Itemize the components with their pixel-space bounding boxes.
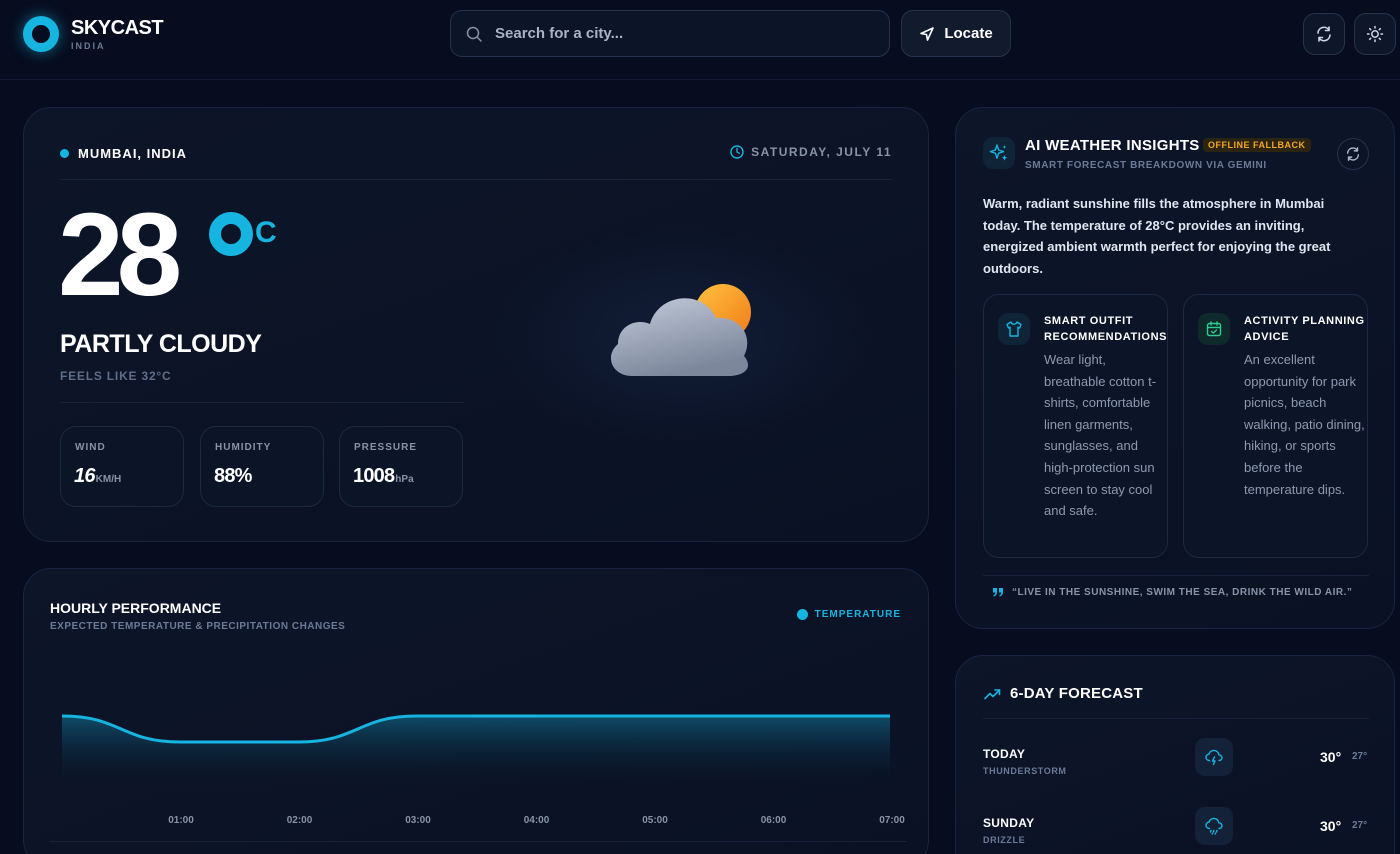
forecast-row[interactable]: SUNDAY DRIZZLE 30° 27° [956,807,1396,854]
search-input[interactable] [495,11,875,56]
ai-subtitle: SMART FORECAST BREAKDOWN VIA GEMINI [1025,160,1267,171]
outfit-title: SMART OUTFIT RECOMMENDATIONS [1044,315,1168,343]
refresh-icon [1317,26,1331,42]
feels-like-text: FEELS LIKE 32°C [60,369,172,383]
refresh-icon [1346,147,1360,161]
brand-region: INDIA [71,41,106,51]
location-name: MUMBAI, INDIA [78,146,188,161]
divider [50,841,906,842]
stat-label: HUMIDITY [215,442,272,453]
search-icon [466,26,482,42]
forecast-condition: THUNDERSTORM [983,766,1067,776]
x-tick-label: 02:00 [287,815,313,826]
x-tick-label: 07:00 [879,815,905,826]
top-bar: SKYCAST INDIA Locate [0,0,1400,80]
thunderstorm-icon [1195,738,1233,776]
drizzle-icon [1195,807,1233,845]
stat-value: 1008hPa [353,465,414,487]
temperature-area [62,716,890,789]
outfit-body: Wear light, breathable cotton t-shirts, … [1044,352,1157,519]
ai-title: AI WEATHER INSIGHTS [1025,137,1200,154]
forecast-row[interactable]: TODAY THUNDERSTORM 30° 27° [956,738,1396,797]
forecast-low: 27° [1352,751,1368,762]
calendar-icon [1198,313,1230,345]
search-box[interactable] [450,10,890,57]
logo[interactable] [23,16,59,52]
partly-cloudy-icon [610,284,751,376]
wind-stat: WIND 16KM/H [60,426,184,507]
x-tick-label: 05:00 [642,815,668,826]
temperature-area-chart: 01:00 02:00 03:00 04:00 05:00 06:00 07:00 [61,714,905,826]
theme-toggle-button[interactable] [1354,13,1396,55]
degree-symbol-icon [209,212,253,256]
trending-up-icon [984,688,1001,699]
activity-body: An excellent opportunity for park picnic… [1244,352,1365,497]
divider [983,718,1369,719]
ai-refresh-button[interactable] [1337,138,1369,170]
temperature-value: 28 [58,189,182,321]
legend-label: TEMPERATURE [814,609,901,620]
logo-ring-icon [23,16,59,52]
current-weather-card: MUMBAI, INDIA SATURDAY, JULY 11 28 C PAR… [23,107,929,542]
stat-label: PRESSURE [354,442,418,453]
clock-icon [730,145,744,159]
hourly-subtitle: EXPECTED TEMPERATURE & PRECIPITATION CHA… [50,621,346,632]
forecast-low: 27° [1352,820,1368,831]
divider [60,402,464,403]
locate-label: Locate [944,25,993,42]
hourly-title: HOURLY PERFORMANCE [50,600,222,616]
forecast-title: 6-DAY FORECAST [1010,685,1143,702]
hourly-performance-card: HOURLY PERFORMANCE EXPECTED TEMPERATURE … [23,568,929,854]
stat-label: WIND [75,442,106,453]
activity-title: ACTIVITY PLANNING ADVICE [1244,315,1365,343]
x-tick-label: 03:00 [405,815,431,826]
brand-name: SKYCAST [71,17,164,39]
x-tick-label: 01:00 [168,815,194,826]
quote-icon [993,588,1003,597]
sparkles-icon [983,137,1015,169]
sun-icon [1366,25,1384,43]
ai-insights-card: AI WEATHER INSIGHTS OFFLINE FALLBACK SMA… [955,107,1395,629]
activity-advice-card: ACTIVITY PLANNING ADVICE An excellent op… [1183,294,1368,558]
quote-text: “LIVE IN THE SUNSHINE, SWIM THE SEA, DRI… [1012,586,1353,598]
pressure-stat: PRESSURE 1008hPa [339,426,463,507]
forecast-condition: DRIZZLE [983,835,1026,845]
quote-row: “LIVE IN THE SUNSHINE, SWIM THE SEA, DRI… [992,586,1352,598]
navigation-arrow-icon [920,26,935,41]
current-date: SATURDAY, JULY 11 [751,145,892,159]
condition-text: PARTLY CLOUDY [60,330,262,358]
x-tick-label: 04:00 [524,815,550,826]
forecast-day: SUNDAY [983,816,1035,830]
temperature-unit: C [255,216,277,249]
outfit-recommendation-card: SMART OUTFIT RECOMMENDATIONS Wear light,… [983,294,1168,558]
divider [60,179,892,180]
date-row: SATURDAY, JULY 11 [730,145,892,159]
humidity-stat: HUMIDITY 88% [200,426,324,507]
x-tick-label: 06:00 [761,815,787,826]
legend-dot-icon [796,609,808,620]
offline-badge: OFFLINE FALLBACK [1203,138,1311,152]
shirt-icon [998,313,1030,345]
chart-legend: TEMPERATURE [796,609,901,620]
forecast-high: 30° [1320,749,1342,765]
forecast-day: TODAY [983,747,1026,761]
stat-value: 88% [214,465,252,487]
forecast-high: 30° [1320,818,1342,834]
forecast-card: 6-DAY FORECAST TODAY THUNDERSTORM 30° 27… [955,655,1395,854]
ai-summary-text: Warm, radiant sunshine fills the atmosph… [983,196,1331,276]
location-row: MUMBAI, INDIA [60,146,187,161]
locate-button[interactable]: Locate [901,10,1011,57]
forecast-header: 6-DAY FORECAST [984,685,1143,702]
refresh-button[interactable] [1303,13,1345,55]
stat-value: 16KM/H [74,465,122,487]
divider [983,575,1369,576]
location-dot-icon [60,149,69,158]
